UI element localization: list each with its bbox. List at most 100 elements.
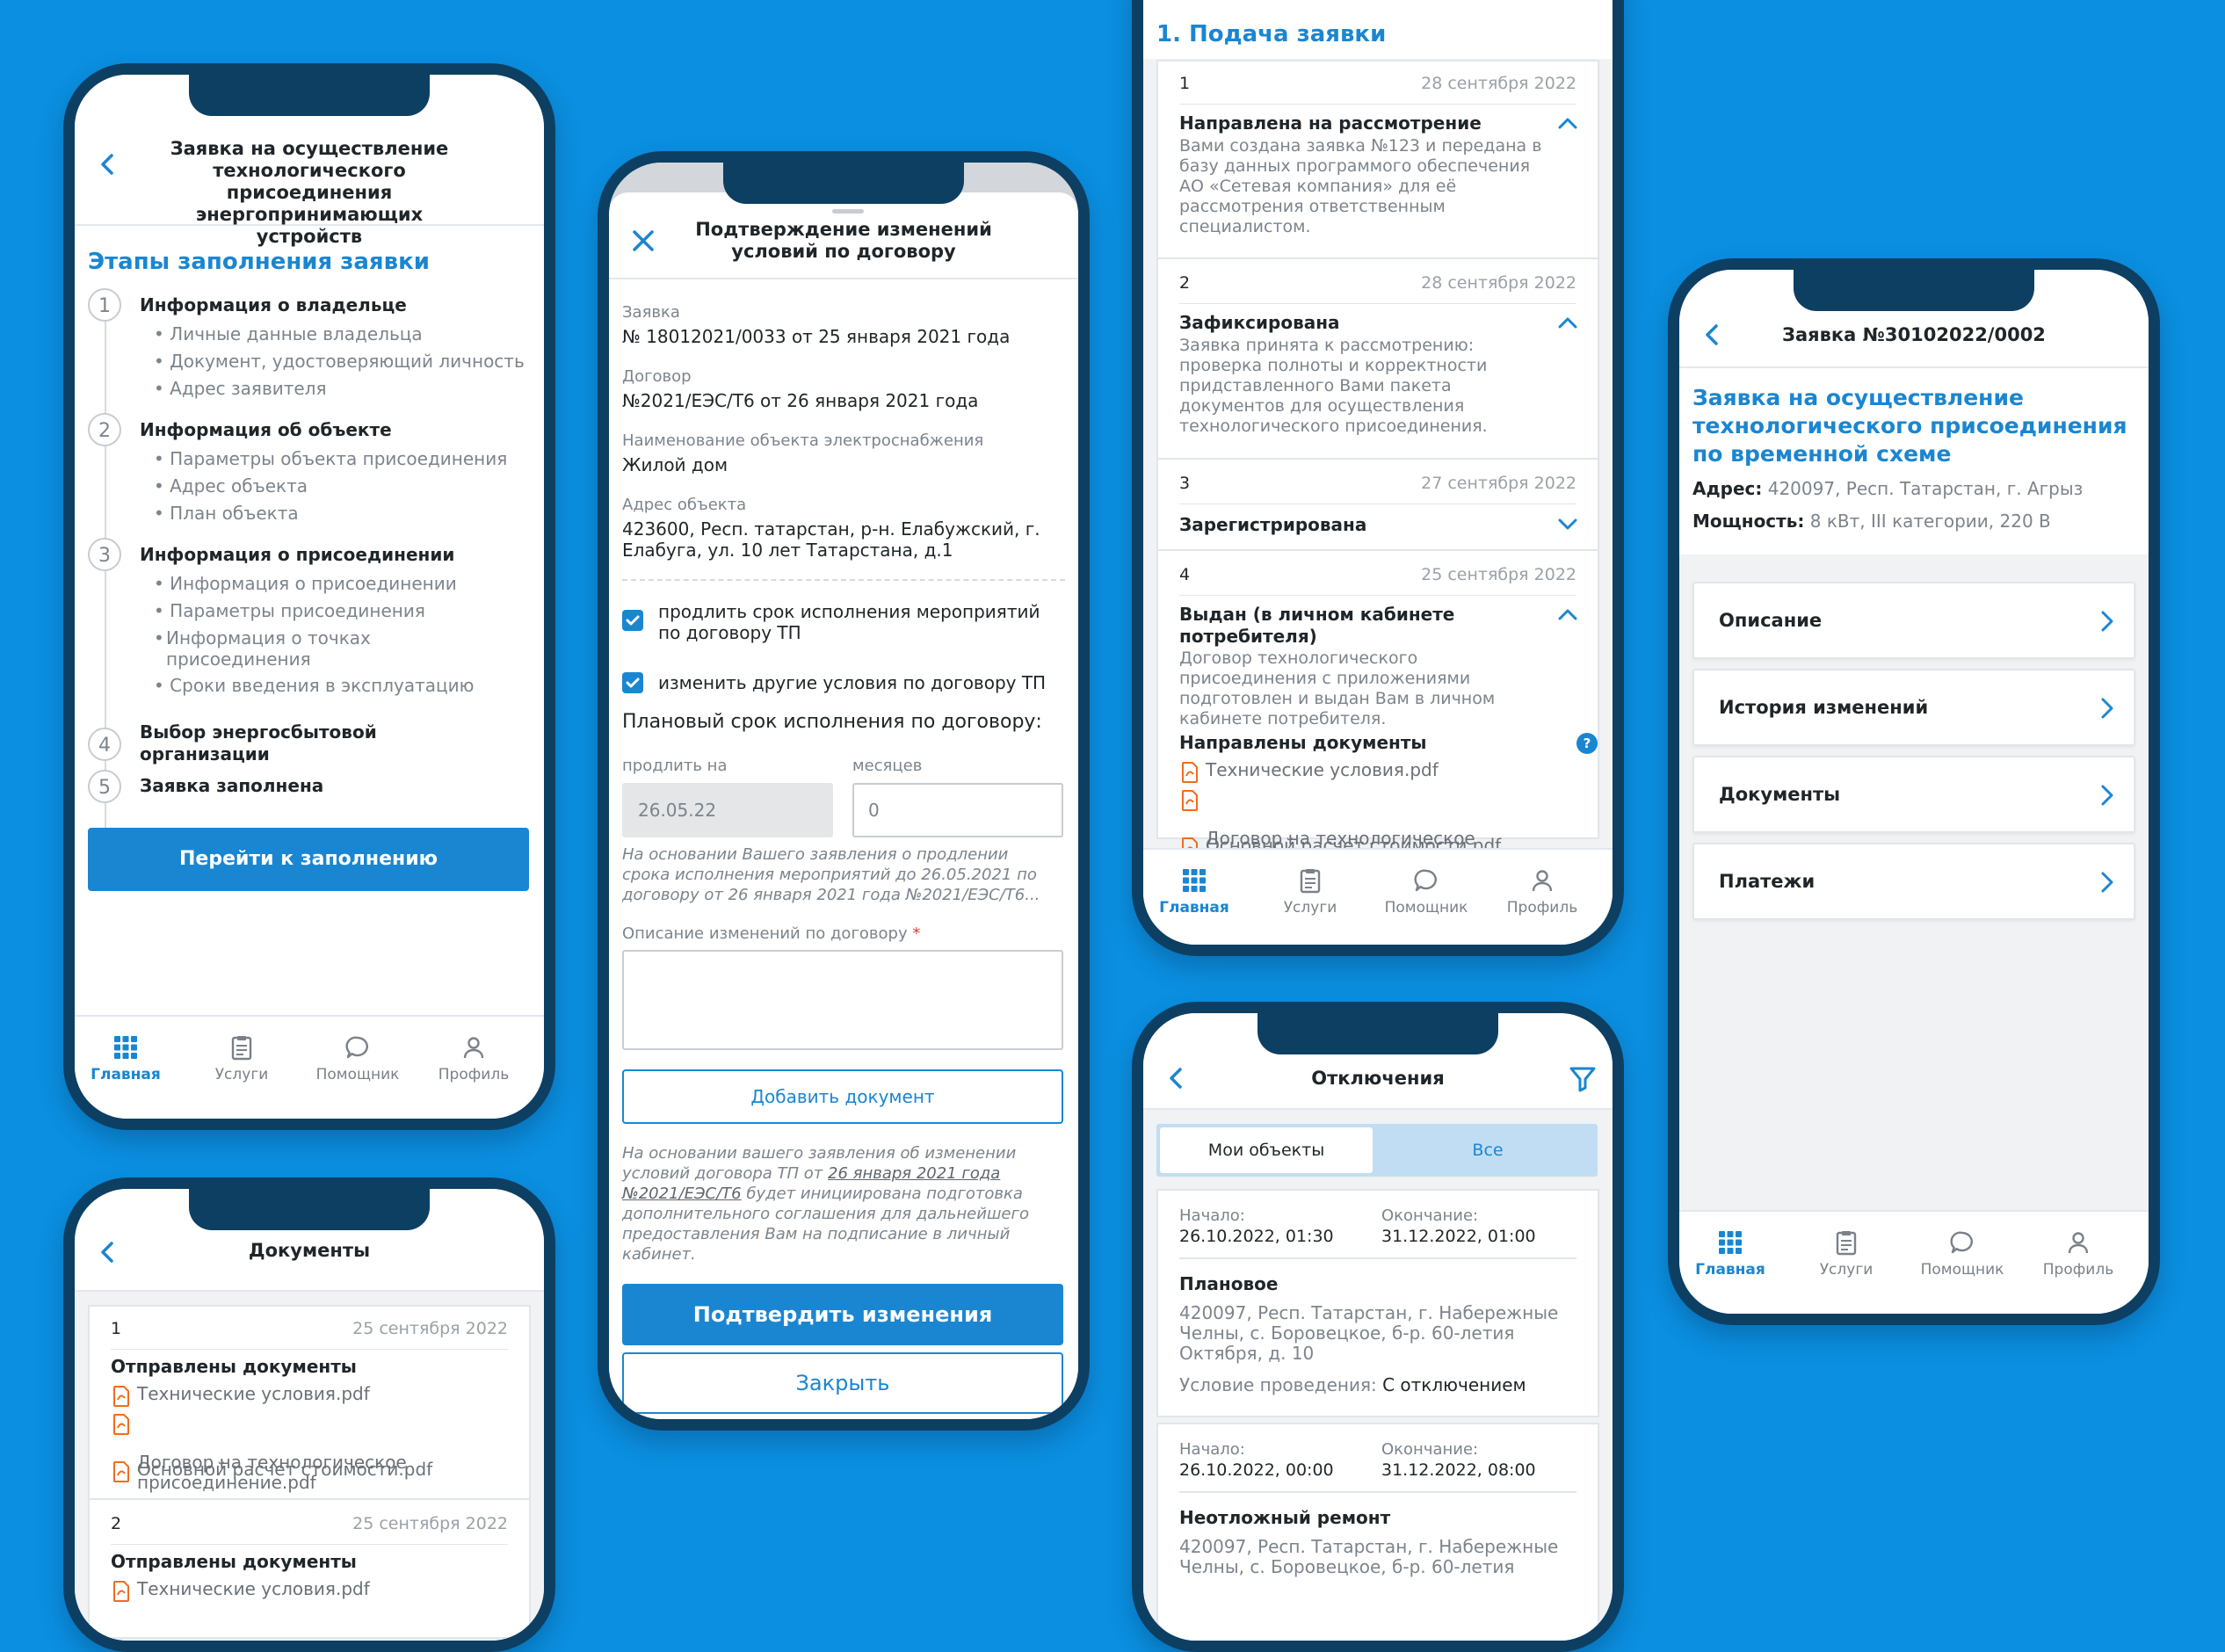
step-subitem[interactable]: • Сроки введения в эксплуатацию	[154, 675, 474, 696]
segment-mine[interactable]: Мои объекты	[1160, 1127, 1373, 1173]
divider	[111, 1544, 508, 1545]
back-icon[interactable]	[1159, 1061, 1194, 1096]
contract-date-link[interactable]: 26 января 2021 года	[828, 1164, 1000, 1183]
menu-history[interactable]: История изменений	[1692, 669, 2135, 746]
chevron-down-icon[interactable]	[1557, 518, 1578, 532]
filter-icon[interactable]	[1569, 1066, 1597, 1092]
tab-home[interactable]: Главная	[1679, 1229, 1783, 1279]
step-subitem[interactable]: • Параметры присоединения	[154, 600, 425, 621]
menu-documents[interactable]: Документы	[1692, 756, 2135, 833]
tab-profile[interactable]: Профиль	[1489, 867, 1595, 917]
tab-services[interactable]: Услуги	[1794, 1229, 1899, 1279]
help-icon[interactable]: ?	[1576, 733, 1598, 754]
entry-text: Вами создана заявка №123 и передана в ба…	[1179, 136, 1542, 236]
divider	[1179, 1491, 1576, 1493]
clipboard-icon	[1836, 1231, 1857, 1256]
step-title[interactable]: Информация о присоединении	[140, 544, 454, 566]
add-document-button[interactable]: Добавить документ	[622, 1069, 1063, 1124]
section-title: 1. Подача заявки	[1156, 21, 1387, 47]
screen: Отключения Мои объекты Все Начало: 26.10…	[1143, 1013, 1613, 1641]
back-icon[interactable]	[91, 147, 126, 182]
tab-home[interactable]: Главная	[75, 1034, 178, 1083]
extension-note: На основании Вашего заявления о продлени…	[622, 845, 1040, 904]
end-value: 31.12.2022, 08:00	[1381, 1460, 1536, 1480]
file-link[interactable]: Технические условия.pdf	[112, 1384, 370, 1407]
close-icon[interactable]	[630, 228, 656, 254]
step-title[interactable]: Выбор энергосбытовой организации	[140, 721, 377, 765]
notch	[189, 1189, 430, 1230]
field-label: Договор	[622, 367, 692, 386]
entry-status: Направлена на рассмотрение	[1179, 112, 1482, 134]
entry-date: 25 сентября 2022	[352, 1514, 508, 1533]
back-icon[interactable]	[91, 1235, 126, 1270]
chat-icon	[1950, 1231, 1973, 1254]
start-filling-button[interactable]: Перейти к заполнению	[88, 828, 529, 891]
clipboard-icon	[1300, 869, 1321, 894]
tab-home[interactable]: Главная	[1143, 867, 1247, 917]
step-title[interactable]: Заявка заполнена	[140, 775, 323, 797]
tab-assistant[interactable]: Помощник	[1373, 867, 1479, 917]
outage-address: 420097, Респ. Татарстан, г. Набережные Ч…	[1179, 1536, 1559, 1577]
entry-number: 1	[1179, 74, 1191, 93]
entry-date: 27 сентября 2022	[1421, 474, 1576, 493]
chevron-up-icon[interactable]	[1557, 315, 1578, 330]
step-subitem[interactable]: • Параметры объекта присоединения	[154, 448, 507, 469]
tab-profile[interactable]: Профиль	[421, 1034, 526, 1083]
entry-date: 25 сентября 2022	[352, 1319, 508, 1338]
entry-number: 4	[1179, 565, 1191, 584]
back-icon[interactable]	[1695, 317, 1730, 352]
entry-status: Выдан (в личном кабинете потребителя)	[1179, 604, 1455, 647]
step-number: 3	[88, 538, 121, 571]
chevron-up-icon[interactable]	[1557, 116, 1578, 130]
contract-number-link[interactable]: №2021/ЕЭС/Т6	[622, 1185, 742, 1203]
extend-checkbox[interactable]	[622, 610, 643, 631]
outage-card[interactable]: Начало: 26.10.2022, 00:00 Окончание: 31.…	[1156, 1423, 1599, 1641]
tab-assistant[interactable]: Помощник	[305, 1034, 410, 1083]
field-value: №2021/ЕЭС/Т6 от 26 января 2021 года	[622, 390, 979, 411]
grid-icon	[114, 1036, 137, 1059]
file-link[interactable]: Основной расчет стоимости.pdf	[112, 1460, 432, 1482]
screen: Заявка №30102022/0002 Заявка на осуществ…	[1679, 270, 2149, 1314]
entry-number: 2	[111, 1514, 122, 1533]
other-conditions-checkbox[interactable]	[622, 672, 643, 693]
tab-assistant[interactable]: Помощник	[1910, 1229, 2015, 1279]
header-divider	[609, 278, 1078, 279]
entry-status: Зафиксирована	[1179, 312, 1340, 333]
step-title[interactable]: Информация об объекте	[140, 419, 392, 441]
extend-date-input[interactable]: 26.05.22	[622, 783, 833, 837]
file-link[interactable]: Технические условия.pdf	[1181, 760, 1439, 783]
tab-services[interactable]: Услуги	[1257, 867, 1363, 917]
step-subitem[interactable]: • Документ, удостоверяющий личность	[154, 351, 525, 372]
step-title[interactable]: Информация о владельце	[140, 294, 407, 316]
file-link[interactable]: Договор на технологическое присоединение…	[112, 1412, 407, 1493]
divider	[1179, 104, 1576, 105]
months-input[interactable]: 0	[852, 783, 1063, 837]
start-value: 26.10.2022, 00:00	[1179, 1460, 1334, 1480]
step-subitem[interactable]: • Личные данные владельца	[154, 323, 423, 344]
step-subitem[interactable]: • Информация о точках присоединения	[154, 627, 371, 670]
menu-description[interactable]: Описание	[1692, 582, 2135, 659]
step-subitem[interactable]: • Информация о присоединении	[154, 573, 457, 594]
checkbox-label[interactable]: продлить срок исполнения мероприятий по …	[658, 601, 1040, 643]
chat-icon	[345, 1036, 368, 1059]
pdf-icon	[113, 1581, 129, 1602]
description-textarea[interactable]	[622, 950, 1063, 1050]
step-subitem[interactable]: • Адрес объекта	[154, 475, 308, 496]
confirm-changes-button[interactable]: Подтвердить изменения	[622, 1284, 1063, 1345]
step-subitem[interactable]: • Адрес заявителя	[154, 378, 327, 399]
chevron-up-icon[interactable]	[1557, 607, 1578, 621]
tab-profile[interactable]: Профиль	[2026, 1229, 2131, 1279]
file-link[interactable]: Технические условия.pdf	[112, 1579, 370, 1602]
close-button[interactable]: Закрыть	[622, 1352, 1063, 1414]
checkbox-label[interactable]: изменить другие условия по договору ТП	[658, 672, 1046, 693]
menu-payments[interactable]: Платежи	[1692, 843, 2135, 920]
power-line: Мощность: 8 кВт, III категории, 220 В	[1692, 511, 2051, 532]
tab-services[interactable]: Услуги	[189, 1034, 294, 1083]
end-label: Окончание:	[1381, 1440, 1479, 1459]
tab-bar: Главная Услуги Помощник Профиль	[75, 1015, 544, 1119]
step-subitem[interactable]: • План объекта	[154, 503, 299, 524]
outage-card[interactable]: Начало: 26.10.2022, 01:30 Окончание: 31.…	[1156, 1189, 1599, 1417]
segment-all[interactable]: Все	[1381, 1127, 1594, 1173]
sheet-handle[interactable]	[832, 209, 864, 214]
months-label: месяцев	[852, 757, 923, 775]
